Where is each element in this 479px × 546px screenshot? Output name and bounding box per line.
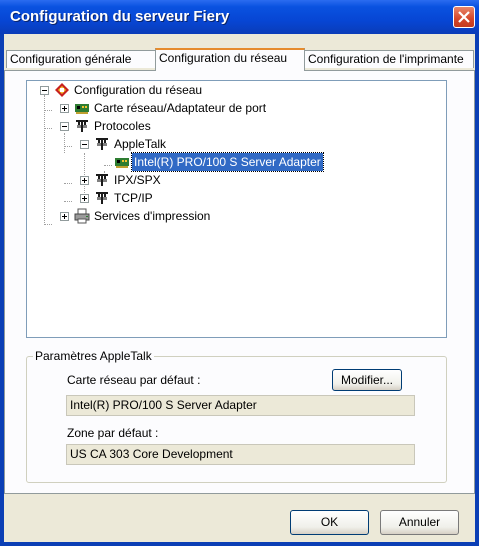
expand-toggle[interactable]: [60, 212, 69, 221]
tree-label-root: Configuration du réseau: [74, 83, 203, 97]
tab-general-config[interactable]: Configuration générale: [6, 50, 156, 68]
expand-toggle[interactable]: [60, 104, 69, 113]
modify-button[interactable]: Modifier...: [332, 369, 402, 391]
collapse-toggle[interactable]: [80, 140, 89, 149]
default-zone-field: US CA 303 Core Development: [66, 444, 415, 465]
dialog-body: Configuration générale Configuration du …: [4, 34, 475, 542]
tree-label-ipx: IPX/SPX: [114, 173, 161, 187]
protocol-icon: [76, 120, 88, 132]
tree-label-print-services: Services d'impression: [94, 209, 211, 223]
close-button[interactable]: [453, 6, 475, 28]
tab-printer-config[interactable]: Configuration de l'imprimante: [304, 50, 474, 68]
collapse-toggle[interactable]: [60, 122, 69, 131]
tree-label-tcpip: TCP/IP: [114, 191, 153, 205]
network-tree[interactable]: Configuration du réseau Carte réseau/Ada…: [26, 80, 447, 338]
print-services-icon: [74, 208, 90, 224]
appletalk-settings-group: Paramètres AppleTalk Carte réseau par dé…: [26, 349, 447, 483]
tree-label-appletalk-adapter: Intel(R) PRO/100 S Server Adapter: [131, 152, 324, 172]
tree-label-protocols: Protocoles: [94, 119, 151, 133]
expand-toggle[interactable]: [80, 194, 89, 203]
protocol-icon: [96, 192, 108, 204]
network-card-icon: [115, 158, 129, 168]
network-card-icon: [75, 104, 89, 114]
protocol-icon: [96, 174, 108, 186]
default-adapter-label: Carte réseau par défaut :: [67, 373, 201, 387]
close-icon: [458, 11, 470, 23]
title-bar[interactable]: Configuration du serveur Fiery: [0, 0, 479, 34]
tree-label-adapter: Carte réseau/Adaptateur de port: [94, 101, 267, 115]
expand-toggle[interactable]: [80, 176, 89, 185]
default-zone-label: Zone par défaut :: [67, 426, 159, 440]
cancel-button[interactable]: Annuler: [380, 510, 459, 535]
default-adapter-field: Intel(R) PRO/100 S Server Adapter: [66, 395, 415, 416]
collapse-toggle[interactable]: [40, 86, 49, 95]
protocol-icon: [96, 138, 108, 150]
network-config-panel: Configuration du réseau Carte réseau/Ada…: [4, 70, 475, 494]
network-config-icon: [55, 83, 69, 97]
group-title: Paramètres AppleTalk: [33, 349, 154, 363]
dialog-window: Configuration du serveur Fiery Configura…: [0, 0, 479, 546]
ok-button[interactable]: OK: [290, 510, 369, 535]
tree-label-appletalk: AppleTalk: [114, 137, 167, 151]
tab-strip: Configuration générale Configuration du …: [4, 48, 475, 71]
tab-network-config[interactable]: Configuration du réseau: [155, 48, 305, 71]
window-title: Configuration du serveur Fiery: [10, 8, 230, 25]
